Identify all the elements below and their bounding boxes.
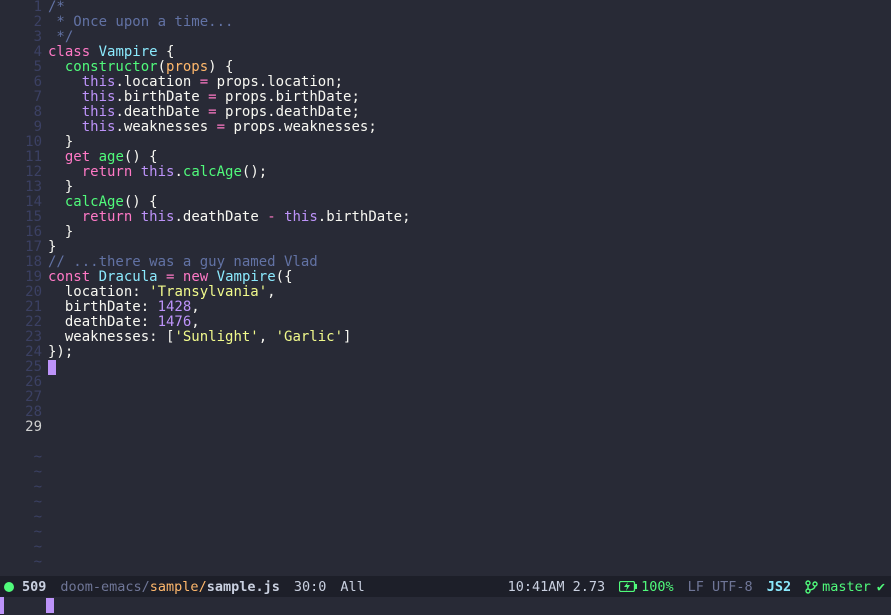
code-line[interactable]: weaknesses: ['Sunlight', 'Garlic'] bbox=[48, 330, 891, 345]
code-line[interactable]: }); bbox=[48, 345, 891, 360]
line-number: 21 bbox=[0, 300, 42, 315]
line-number: 19 bbox=[0, 270, 42, 285]
modeline: 509 doom-emacs/sample/sample.js 30:0 All… bbox=[0, 576, 891, 597]
code-line[interactable]: // ...there was a guy named Vlad bbox=[48, 255, 891, 270]
line-number: 12 bbox=[0, 165, 42, 180]
code-line[interactable]: get age() { bbox=[48, 150, 891, 165]
line-number: 24 bbox=[0, 345, 42, 360]
line-number: 1 bbox=[0, 0, 42, 15]
empty-line-tilde: ~ bbox=[0, 465, 42, 480]
battery-icon bbox=[619, 581, 637, 592]
empty-line-tilde: ~ bbox=[0, 480, 42, 495]
minibuffer[interactable] bbox=[0, 597, 891, 615]
empty-line-tilde: ~ bbox=[0, 540, 42, 555]
cursor-position: 30:0 bbox=[294, 579, 327, 595]
code-line[interactable]: deathDate: 1476, bbox=[48, 315, 891, 330]
line-number: 13 bbox=[0, 180, 42, 195]
line-number: 23 bbox=[0, 330, 42, 345]
line-number: 22 bbox=[0, 315, 42, 330]
code-line[interactable]: } bbox=[48, 180, 891, 195]
code-line[interactable]: this.deathDate = props.deathDate; bbox=[48, 105, 891, 120]
code-line[interactable]: } bbox=[48, 225, 891, 240]
state-indicator-icon bbox=[4, 582, 14, 592]
line-number: 27 bbox=[0, 390, 42, 405]
buffer-path: doom-emacs/sample/sample.js bbox=[60, 579, 279, 595]
line-number: 3 bbox=[0, 30, 42, 45]
code-line[interactable]: constructor(props) { bbox=[48, 60, 891, 75]
line-number: 16 bbox=[0, 225, 42, 240]
code-line[interactable]: birthDate: 1428, bbox=[48, 300, 891, 315]
line-number: 20 bbox=[0, 285, 42, 300]
code-line[interactable]: const Dracula = new Vampire({ bbox=[48, 270, 891, 285]
code-line[interactable]: calcAge() { bbox=[48, 195, 891, 210]
minibuffer-indicator-bar bbox=[0, 597, 4, 614]
major-mode: JS2 bbox=[767, 579, 791, 595]
code-line[interactable]: this.birthDate = props.birthDate; bbox=[48, 90, 891, 105]
line-number: 5 bbox=[0, 60, 42, 75]
clock: 10:41AM 2.73 bbox=[508, 579, 606, 595]
vcs-branch: master bbox=[805, 579, 871, 595]
line-number: 29 bbox=[0, 420, 42, 435]
line-number: 26 bbox=[0, 375, 42, 390]
line-number: 2 bbox=[0, 15, 42, 30]
code-line[interactable]: * Once upon a time... bbox=[48, 15, 891, 30]
code-line[interactable]: return this.calcAge(); bbox=[48, 165, 891, 180]
code-line[interactable]: class Vampire { bbox=[48, 45, 891, 60]
code-line[interactable]: this.location = props.location; bbox=[48, 75, 891, 90]
code-line[interactable]: } bbox=[48, 240, 891, 255]
git-branch-icon bbox=[805, 580, 818, 594]
line-number: 11 bbox=[0, 150, 42, 165]
line-number: 28 bbox=[0, 405, 42, 420]
encoding: LF UTF-8 bbox=[688, 579, 753, 595]
checker-ok-icon: ✔ bbox=[877, 579, 885, 595]
line-number: 7 bbox=[0, 90, 42, 105]
code-content[interactable]: /* * Once upon a time... */class Vampire… bbox=[48, 0, 891, 576]
minibuffer-cursor bbox=[46, 598, 54, 613]
text-cursor bbox=[48, 360, 56, 375]
code-editor[interactable]: 1234567891011121314151617181920212223242… bbox=[0, 0, 891, 576]
line-number-gutter: 1234567891011121314151617181920212223242… bbox=[0, 0, 48, 576]
line-number: 15 bbox=[0, 210, 42, 225]
code-line[interactable]: this.weaknesses = props.weaknesses; bbox=[48, 120, 891, 135]
code-line[interactable]: */ bbox=[48, 30, 891, 45]
project-name: doom-emacs/ bbox=[60, 579, 149, 595]
file-name: sample.js bbox=[207, 579, 280, 595]
line-number: 8 bbox=[0, 105, 42, 120]
battery-indicator: 100% bbox=[619, 579, 674, 595]
line-number: 9 bbox=[0, 120, 42, 135]
empty-line-tilde: ~ bbox=[0, 525, 42, 540]
empty-line-tilde: ~ bbox=[0, 495, 42, 510]
byte-position: 509 bbox=[22, 579, 46, 595]
code-line[interactable]: } bbox=[48, 135, 891, 150]
empty-line-tilde: ~ bbox=[0, 510, 42, 525]
code-line[interactable]: location: 'Transylvania', bbox=[48, 285, 891, 300]
line-number: 4 bbox=[0, 45, 42, 60]
empty-line-tilde: ~ bbox=[0, 555, 42, 570]
line-number: 17 bbox=[0, 240, 42, 255]
scroll-percent: All bbox=[340, 579, 364, 595]
line-number: 25 bbox=[0, 360, 42, 375]
code-line[interactable] bbox=[48, 360, 891, 375]
line-number: 14 bbox=[0, 195, 42, 210]
line-number: 18 bbox=[0, 255, 42, 270]
code-line[interactable]: return this.deathDate - this.birthDate; bbox=[48, 210, 891, 225]
line-number: 10 bbox=[0, 135, 42, 150]
folder-name: sample/ bbox=[150, 579, 207, 595]
code-line[interactable]: /* bbox=[48, 0, 891, 15]
empty-line-tilde: ~ bbox=[0, 450, 42, 465]
line-number: 6 bbox=[0, 75, 42, 90]
